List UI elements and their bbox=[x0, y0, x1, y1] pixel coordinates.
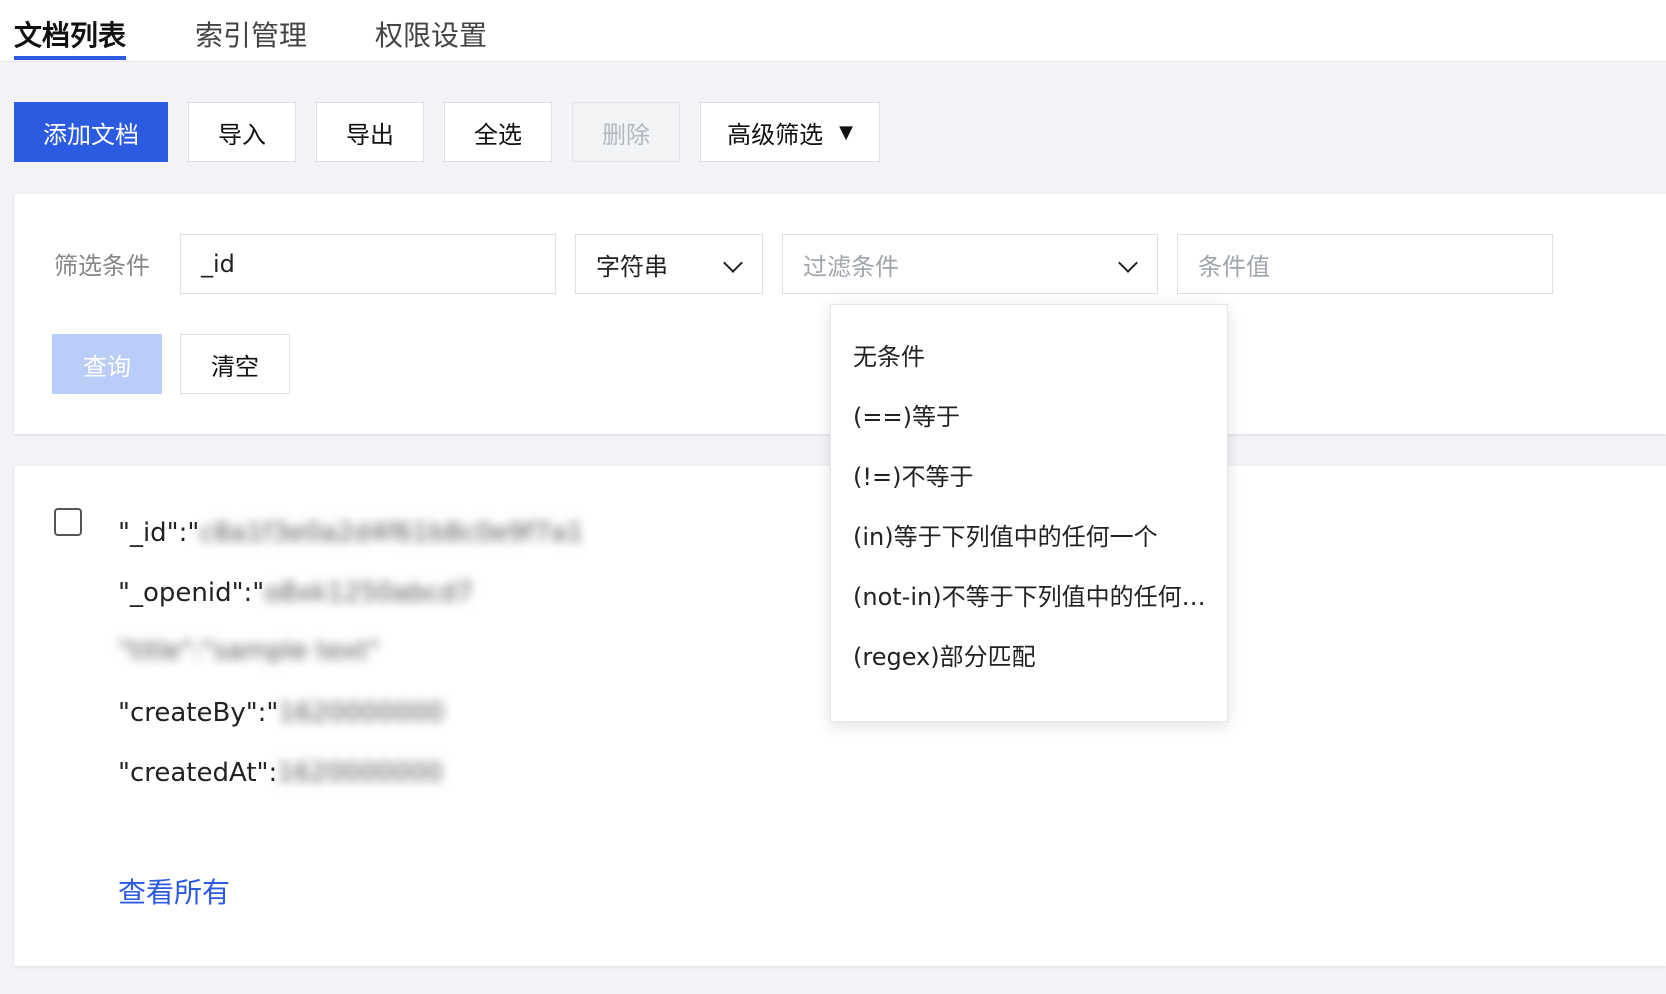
chevron-down-icon bbox=[723, 253, 743, 273]
condition-option-regex[interactable]: (regex)部分匹配 bbox=[853, 637, 1213, 672]
redacted-value: o8xk1250abcd7 bbox=[264, 578, 474, 608]
clear-button[interactable]: 清空 bbox=[180, 334, 290, 394]
filter-label: 筛选条件 bbox=[54, 252, 150, 280]
condition-dropdown: 无条件 (==)等于 (!=)不等于 (in)等于下列值中的任何一个 (not-… bbox=[830, 304, 1228, 722]
tab-document-list[interactable]: 文档列表 bbox=[14, 14, 126, 54]
redacted-value: c8a1f3e0a2d4f61b8c0e9f7a1 bbox=[199, 518, 584, 548]
caret-down-icon: ▼ bbox=[839, 121, 853, 143]
document-field-createby: "createBy":"1620000000 bbox=[118, 698, 444, 728]
active-tab-indicator bbox=[14, 56, 126, 60]
condition-option-none[interactable]: 无条件 bbox=[853, 337, 1213, 372]
field-key: "createBy":" bbox=[118, 698, 279, 728]
document-field-redacted: "title":"sample text" bbox=[118, 636, 380, 666]
field-name-input[interactable]: _id bbox=[180, 234, 556, 294]
query-button[interactable]: 查询 bbox=[52, 334, 162, 394]
tab-index-management[interactable]: 索引管理 bbox=[195, 14, 307, 54]
type-select-value: 字符串 bbox=[596, 252, 668, 281]
redacted-value: "title":"sample text" bbox=[118, 636, 380, 666]
condition-value-input[interactable]: 条件值 bbox=[1177, 234, 1553, 294]
tab-bar: 文档列表 索引管理 权限设置 bbox=[0, 0, 1666, 62]
condition-select[interactable]: 过滤条件 bbox=[782, 234, 1158, 294]
redacted-value: 1620000000 bbox=[277, 758, 443, 788]
advanced-filter-label: 高级筛选 bbox=[727, 120, 824, 149]
condition-option-not-equal[interactable]: (!=)不等于 bbox=[853, 457, 1213, 492]
condition-option-in[interactable]: (in)等于下列值中的任何一个 bbox=[853, 517, 1213, 552]
condition-value-placeholder: 条件值 bbox=[1198, 252, 1270, 281]
document-checkbox[interactable] bbox=[54, 508, 82, 536]
add-document-button[interactable]: 添加文档 bbox=[14, 102, 168, 162]
document-field-id: "_id":"c8a1f3e0a2d4f61b8c0e9f7a1 bbox=[118, 518, 583, 548]
field-key: "createdAt": bbox=[118, 758, 278, 788]
select-all-button[interactable]: 全选 bbox=[444, 102, 552, 162]
condition-option-not-in[interactable]: (not-in)不等于下列值中的任何一个 bbox=[853, 577, 1213, 612]
condition-option-equal[interactable]: (==)等于 bbox=[853, 397, 1213, 432]
view-all-link[interactable]: 查看所有 bbox=[118, 871, 230, 911]
field-key: "_openid":" bbox=[118, 578, 265, 608]
type-select[interactable]: 字符串 bbox=[575, 234, 763, 294]
field-key: "_id":" bbox=[118, 518, 200, 548]
chevron-down-icon bbox=[1118, 253, 1138, 273]
condition-select-placeholder: 过滤条件 bbox=[803, 252, 899, 281]
document-field-createdat: "createdAt":1620000000 bbox=[118, 758, 443, 788]
field-name-value: _id bbox=[201, 250, 235, 278]
delete-button[interactable]: 删除 bbox=[572, 102, 680, 162]
import-button[interactable]: 导入 bbox=[188, 102, 296, 162]
advanced-filter-button[interactable]: 高级筛选 ▼ bbox=[700, 102, 880, 162]
document-field-openid: "_openid":"o8xk1250abcd7 bbox=[118, 578, 473, 608]
redacted-value: 1620000000 bbox=[278, 698, 444, 728]
export-button[interactable]: 导出 bbox=[316, 102, 424, 162]
tab-permission-settings[interactable]: 权限设置 bbox=[375, 14, 487, 54]
